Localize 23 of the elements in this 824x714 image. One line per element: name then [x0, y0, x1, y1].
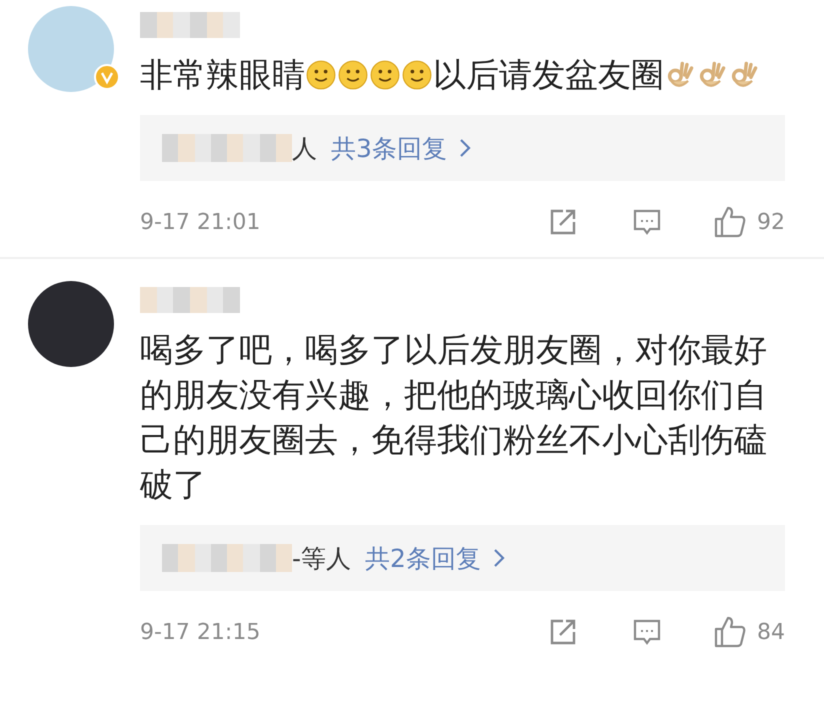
replies-panel[interactable]: -等人 共2条回复: [140, 525, 785, 591]
reply-users-text: -等人: [292, 542, 352, 574]
view-replies-link[interactable]: 共3条回复: [331, 132, 447, 164]
ok-hand-icon: [729, 60, 759, 90]
comment-text: 非常辣眼睛 以后请发盆友圈: [140, 52, 785, 97]
comment-text: 喝多了吧，喝多了以后发朋友圈，对你最好的朋友没有兴趣，把他的玻璃心收回你们自己的朋友圈去，免得我们粉丝不小心刮伤磕破了: [140, 329, 768, 506]
replies-panel[interactable]: 人 共3条回复: [140, 115, 785, 181]
thumbs-up-icon[interactable]: [713, 615, 747, 649]
thumbs-up-icon[interactable]: [713, 205, 747, 239]
like-count: 84: [757, 620, 785, 644]
ok-hand-icon: [697, 60, 727, 90]
smiley-icon: [370, 60, 400, 90]
comment-time: 9-17 21:01: [140, 210, 260, 234]
smiley-icon: [338, 60, 368, 90]
smiley-icon: [402, 60, 432, 90]
comment-time: 9-17 21:15: [140, 620, 260, 644]
view-replies-link[interactable]: 共2条回复: [365, 542, 481, 574]
smiley-icon: [306, 60, 336, 90]
reply-users-text: 人: [292, 132, 317, 164]
like-count: 92: [757, 210, 785, 234]
chevron-right-icon[interactable]: [492, 548, 505, 568]
ok-hand-icon: [665, 60, 695, 90]
chevron-right-icon[interactable]: [458, 138, 471, 158]
